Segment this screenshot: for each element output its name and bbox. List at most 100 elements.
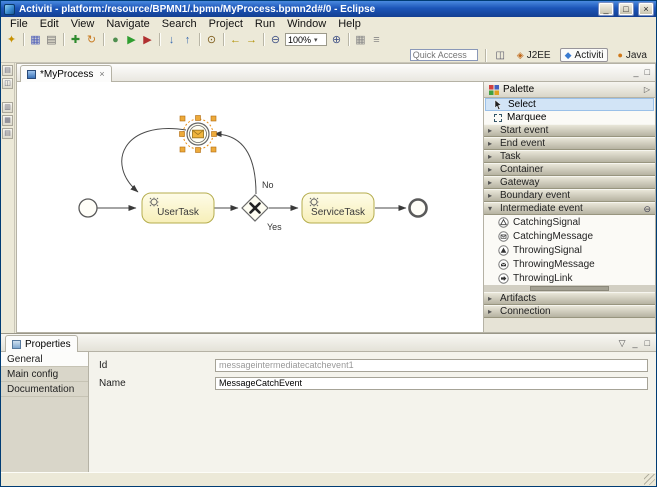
palette-item-throwing-link[interactable]: ThrowingLink	[484, 271, 655, 285]
maximize-icon[interactable]: □	[619, 3, 633, 15]
perspective-java-button[interactable]: ● Java	[612, 48, 652, 62]
chevron-down-icon: ▾	[314, 36, 318, 44]
throwing-link-icon	[498, 273, 509, 284]
id-field[interactable]	[215, 359, 648, 372]
service-task-node[interactable]: ServiceTask	[302, 193, 374, 223]
zoom-out-icon[interactable]: ⊖	[268, 32, 283, 47]
section-documentation[interactable]: Documentation	[1, 382, 88, 397]
user-task-node[interactable]: UserTask	[142, 193, 214, 223]
envelope-icon	[193, 130, 204, 138]
palette-icon	[489, 85, 499, 95]
bpmn-file-icon	[27, 70, 36, 79]
perspective-activiti-button[interactable]: ◆ Activiti	[560, 48, 609, 62]
message-catch-event-node[interactable]	[180, 116, 217, 153]
palette-tool-marquee[interactable]: Marquee	[485, 111, 654, 124]
align-icon[interactable]: ≡	[369, 32, 384, 47]
navigator-view-icon[interactable]: ▦	[2, 115, 13, 126]
quick-access-input[interactable]	[410, 49, 478, 61]
chevron-right-icon[interactable]: ▷	[644, 85, 650, 94]
external-tools-icon[interactable]: ▶	[140, 32, 155, 47]
menu-file[interactable]: File	[4, 17, 34, 31]
new-wizard-icon[interactable]: ✦	[4, 32, 19, 47]
menu-help[interactable]: Help	[332, 17, 367, 31]
drawer-task[interactable]: Task	[484, 150, 655, 163]
menu-search[interactable]: Search	[156, 17, 203, 31]
zoom-in-icon[interactable]: ⊕	[329, 32, 344, 47]
menu-navigate[interactable]: Navigate	[100, 17, 155, 31]
close-icon[interactable]: ×	[639, 3, 653, 15]
forward-icon[interactable]: →	[244, 32, 259, 47]
tab-myprocess[interactable]: *MyProcess ×	[20, 65, 112, 82]
marquee-icon	[494, 114, 502, 122]
menu-edit[interactable]: Edit	[34, 17, 65, 31]
new-diagram-icon[interactable]: ✚	[68, 32, 83, 47]
import-icon[interactable]: ↓	[164, 32, 179, 47]
diagram-canvas[interactable]: No Yes UserTask	[17, 82, 483, 332]
palette-item-label: CatchingMessage	[513, 231, 593, 242]
properties-view: Properties ▽ _ □ General Main config Doc…	[1, 333, 656, 472]
properties-form: Id Name	[89, 352, 656, 472]
start-event-node[interactable]	[79, 199, 97, 217]
exclusive-gateway-node[interactable]	[242, 195, 268, 221]
open-perspective-icon[interactable]: ◫	[493, 48, 508, 63]
end-event-node[interactable]	[410, 200, 427, 217]
search-icon[interactable]: ⊙	[204, 32, 219, 47]
minimize-icon[interactable]: _	[599, 3, 613, 15]
drawer-boundary-event[interactable]: Boundary event	[484, 189, 655, 202]
minimize-view-icon[interactable]: _	[633, 338, 638, 349]
run-icon[interactable]: ▶	[124, 32, 139, 47]
grid-icon[interactable]: ▦	[353, 32, 368, 47]
scrollbar-thumb[interactable]	[530, 286, 609, 291]
menu-window[interactable]: Window	[281, 17, 332, 31]
resize-grip[interactable]	[644, 474, 655, 485]
drawer-intermediate-event[interactable]: Intermediate event ⊖	[484, 202, 655, 215]
menu-project[interactable]: Project	[203, 17, 249, 31]
print-icon[interactable]: ▤	[44, 32, 59, 47]
palette-tool-select[interactable]: Select	[485, 98, 654, 111]
palette-item-throwing-message[interactable]: ThrowingMessage	[484, 257, 655, 271]
minimize-editor-icon[interactable]: _	[634, 67, 639, 77]
tool-label: Marquee	[507, 112, 546, 123]
collapse-drawer-icon[interactable]: ⊖	[643, 203, 651, 215]
palette-scrollbar[interactable]	[484, 285, 655, 292]
drawer-gateway[interactable]: Gateway	[484, 176, 655, 189]
editor-tab-bar: *MyProcess × _ □	[17, 64, 655, 82]
debug-icon[interactable]: ●	[108, 32, 123, 47]
flow-message-to-usertask[interactable]	[122, 129, 186, 192]
properties-tab-label: Properties	[25, 339, 71, 350]
section-main-config[interactable]: Main config	[1, 367, 88, 382]
perspective-j2ee-button[interactable]: ◈ J2EE	[512, 48, 556, 62]
drawer-container[interactable]: Container	[484, 163, 655, 176]
close-tab-icon[interactable]: ×	[97, 69, 104, 79]
maximize-editor-icon[interactable]: □	[645, 67, 650, 77]
name-field[interactable]	[215, 377, 648, 390]
menu-run[interactable]: Run	[249, 17, 281, 31]
explorer-view-icon[interactable]: ▥	[2, 102, 13, 113]
back-icon[interactable]: ←	[228, 32, 243, 47]
palette-header[interactable]: Palette ▷	[484, 82, 655, 98]
palette-item-catching-signal[interactable]: CatchingSignal	[484, 215, 655, 229]
section-general[interactable]: General	[1, 352, 88, 367]
export-icon[interactable]: ↑	[180, 32, 195, 47]
restore-view-icon[interactable]: ▤	[2, 65, 13, 76]
outline-view-icon[interactable]: ◫	[2, 78, 13, 89]
view-menu-icon[interactable]: ▽	[619, 338, 626, 349]
refresh-icon[interactable]: ↻	[84, 32, 99, 47]
drawer-end-event[interactable]: End event	[484, 137, 655, 150]
snippets-view-icon[interactable]: ▤	[2, 128, 13, 139]
toolbar-separator	[263, 33, 264, 46]
zoom-level-select[interactable]: 100% ▾	[285, 33, 327, 46]
throwing-message-icon	[498, 259, 509, 270]
drawer-connection[interactable]: Connection	[484, 305, 655, 318]
maximize-view-icon[interactable]: □	[645, 338, 650, 349]
perspective-bar: ◫ ◈ J2EE ◆ Activiti ● Java	[1, 48, 656, 63]
flow-gateway-to-message[interactable]	[214, 134, 256, 194]
palette-item-catching-message[interactable]: CatchingMessage	[484, 229, 655, 243]
drawer-artifacts[interactable]: Artifacts	[484, 292, 655, 305]
menu-view[interactable]: View	[65, 17, 101, 31]
editor-tab-title: *MyProcess	[40, 69, 93, 80]
drawer-start-event[interactable]: Start event	[484, 124, 655, 137]
save-icon[interactable]: ▦	[28, 32, 43, 47]
tab-properties[interactable]: Properties	[5, 335, 78, 352]
palette-item-throwing-signal[interactable]: ThrowingSignal	[484, 243, 655, 257]
